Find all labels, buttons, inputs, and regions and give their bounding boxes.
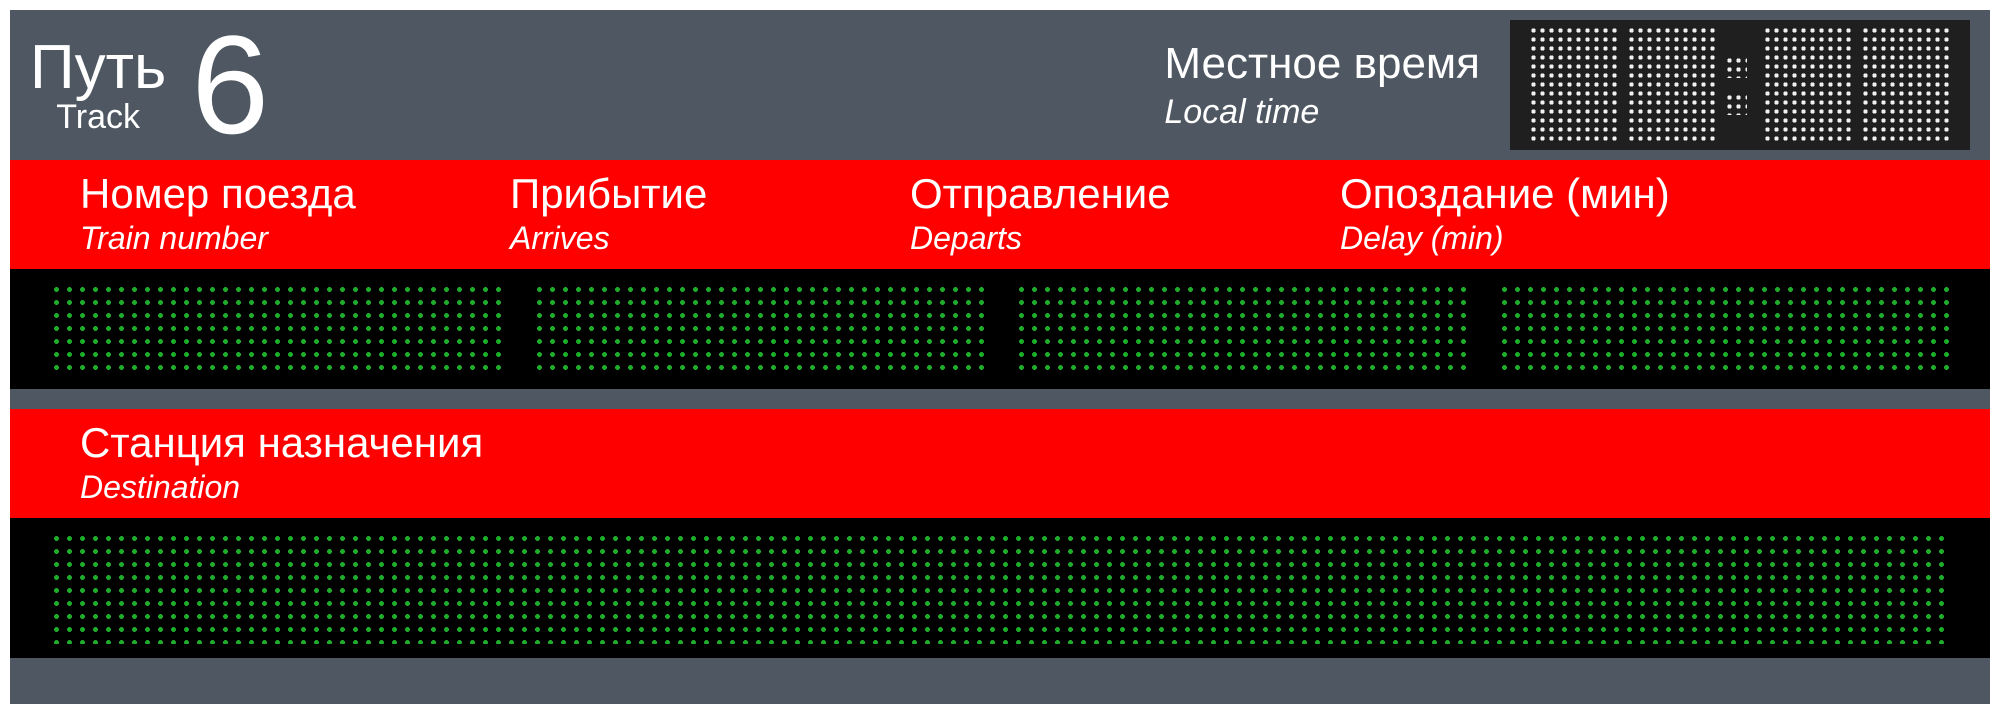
led-panel-destination bbox=[50, 532, 1950, 644]
time-labels: Местное время Local time bbox=[1164, 39, 1480, 132]
clock-digit bbox=[1627, 26, 1717, 144]
clock-colon-icon bbox=[1725, 26, 1755, 144]
track-labels: Путь Track bbox=[30, 35, 166, 136]
col-departs-ru: Отправление bbox=[910, 170, 1270, 218]
col-header-delay: Опоздание (мин) Delay (min) bbox=[1270, 170, 1750, 257]
clock-digit bbox=[1763, 26, 1853, 144]
col-train-en: Train number bbox=[80, 220, 440, 257]
col-header-train: Номер поезда Train number bbox=[10, 170, 440, 257]
col-train-ru: Номер поезда bbox=[80, 170, 440, 218]
col-delay-en: Delay (min) bbox=[1340, 220, 1750, 257]
col-header-arrives: Прибытие Arrives bbox=[440, 170, 840, 257]
spacer bbox=[10, 389, 1990, 409]
led-panel-departs bbox=[1015, 283, 1468, 375]
columns-header-row: Номер поезда Train number Прибытие Arriv… bbox=[10, 160, 1990, 269]
col-arrives-en: Arrives bbox=[510, 220, 840, 257]
header: Путь Track 6 Местное время Local time bbox=[10, 10, 1990, 160]
led-panel-train bbox=[50, 283, 503, 375]
track-label-ru: Путь bbox=[30, 35, 166, 100]
col-header-destination: Станция назначения Destination bbox=[10, 419, 1990, 506]
track-label-en: Track bbox=[56, 100, 140, 136]
led-panel-delay bbox=[1498, 283, 1951, 375]
led-panel-arrives bbox=[533, 283, 986, 375]
track-number: 6 bbox=[191, 15, 269, 155]
led-row-destination bbox=[10, 518, 1990, 658]
clock-digit bbox=[1861, 26, 1951, 144]
time-block: Местное время Local time bbox=[1164, 20, 1970, 150]
destination-header-row: Станция назначения Destination bbox=[10, 409, 1990, 518]
led-row-values bbox=[10, 269, 1990, 389]
track-block: Путь Track 6 bbox=[30, 15, 269, 155]
destination-ru: Станция назначения bbox=[80, 419, 1990, 467]
clock-display bbox=[1510, 20, 1970, 150]
time-label-ru: Местное время bbox=[1164, 39, 1480, 89]
time-label-en: Local time bbox=[1164, 93, 1480, 132]
destination-en: Destination bbox=[80, 469, 1990, 506]
col-delay-ru: Опоздание (мин) bbox=[1340, 170, 1750, 218]
departure-board: Путь Track 6 Местное время Local time Но… bbox=[10, 10, 1990, 704]
clock-digit bbox=[1529, 26, 1619, 144]
col-departs-en: Departs bbox=[910, 220, 1270, 257]
col-header-departs: Отправление Departs bbox=[840, 170, 1270, 257]
col-arrives-ru: Прибытие bbox=[510, 170, 840, 218]
